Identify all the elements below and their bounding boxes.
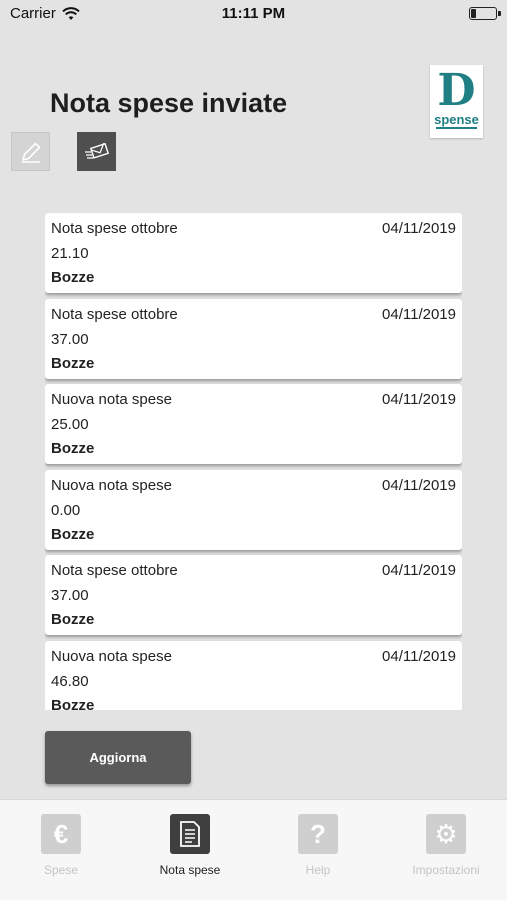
report-amount: 25.00 — [51, 416, 89, 433]
report-status: Bozze — [51, 697, 95, 710]
brand-logo: D spense — [430, 65, 483, 138]
pencil-icon — [21, 142, 40, 163]
euro-icon: € — [41, 814, 81, 854]
page-title: Nota spese inviate — [50, 88, 288, 118]
status-time: 11:11 PM — [221, 5, 286, 22]
document-glyph — [180, 821, 200, 847]
logo-word: spense — [434, 112, 479, 127]
expense-report-card[interactable]: Nuova nota spese 04/11/2019 0.00 Bozze — [45, 470, 462, 550]
tab-label: Spese — [43, 863, 79, 877]
refresh-button[interactable]: Aggiorna — [45, 731, 191, 784]
report-status: Bozze — [51, 526, 95, 543]
sent-button[interactable] — [77, 132, 116, 171]
report-date: 04/11/2019 — [382, 220, 456, 237]
report-amount: 37.00 — [51, 587, 89, 604]
status-bar: Carrier 11:11 PM — [0, 0, 507, 28]
tab-spese[interactable]: € Spese — [6, 814, 116, 884]
report-amount: 21.10 — [51, 245, 89, 262]
report-title: Nota spese ottobre — [51, 306, 178, 323]
tab-nota-spese[interactable]: Nota spese — [135, 814, 245, 884]
edit-button[interactable] — [11, 132, 50, 171]
report-amount: 0.00 — [51, 502, 81, 519]
report-title: Nuova nota spese — [51, 477, 172, 494]
expense-report-card[interactable]: Nota spese ottobre 04/11/2019 21.10 Bozz… — [45, 213, 462, 293]
logo-underline — [436, 127, 477, 129]
help-icon: ? — [298, 814, 338, 854]
battery-icon — [469, 7, 501, 20]
tab-label: Help — [305, 863, 331, 877]
expense-report-list[interactable]: Nota spese ottobre 04/11/2019 21.10 Bozz… — [45, 213, 462, 710]
send-envelope-icon — [84, 142, 109, 159]
report-status: Bozze — [51, 355, 95, 372]
logo-letter: D — [437, 65, 476, 116]
tab-help[interactable]: ? Help — [263, 814, 373, 884]
expense-report-card[interactable]: Nota spese ottobre 04/11/2019 37.00 Bozz… — [45, 299, 462, 379]
report-date: 04/11/2019 — [382, 648, 456, 665]
report-title: Nuova nota spese — [51, 648, 172, 665]
report-title: Nota spese ottobre — [51, 220, 178, 237]
tab-bar: € Spese Nota spese ? Help ⚙ Impostazioni — [0, 799, 507, 900]
report-amount: 37.00 — [51, 331, 89, 348]
tab-label: Nota spese — [159, 863, 221, 877]
report-title: Nuova nota spese — [51, 391, 172, 408]
tab-impostazioni[interactable]: ⚙ Impostazioni — [391, 814, 501, 884]
report-amount: 46.80 — [51, 673, 89, 690]
expense-report-card[interactable]: Nuova nota spese 04/11/2019 25.00 Bozze — [45, 384, 462, 464]
report-date: 04/11/2019 — [382, 477, 456, 494]
document-icon — [170, 814, 210, 854]
tab-label: Impostazioni — [412, 863, 480, 877]
report-title: Nota spese ottobre — [51, 562, 178, 579]
expense-report-card[interactable]: Nuova nota spese 04/11/2019 46.80 Bozze — [45, 641, 462, 710]
gear-icon: ⚙ — [426, 814, 466, 854]
report-date: 04/11/2019 — [382, 562, 456, 579]
battery-level — [471, 9, 477, 18]
report-status: Bozze — [51, 611, 95, 628]
report-status: Bozze — [51, 440, 95, 457]
report-date: 04/11/2019 — [382, 306, 456, 323]
expense-report-card[interactable]: Nota spese ottobre 04/11/2019 37.00 Bozz… — [45, 555, 462, 635]
report-status: Bozze — [51, 269, 95, 286]
report-date: 04/11/2019 — [382, 391, 456, 408]
